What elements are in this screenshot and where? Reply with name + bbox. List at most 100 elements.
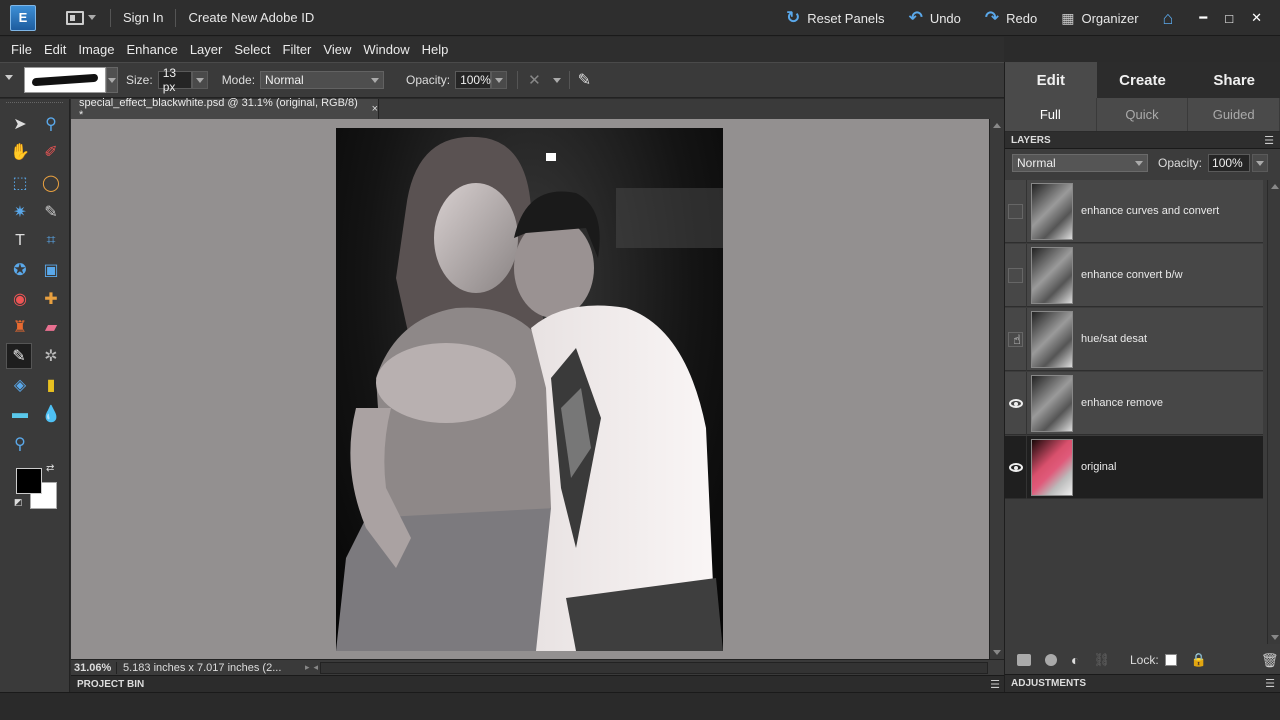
menu-edit[interactable]: Edit [38,42,72,57]
zoom-tool-icon[interactable]: ⚲ [38,111,64,137]
menu-view[interactable]: View [317,42,357,57]
project-bin-header[interactable]: PROJECT BIN ☰ [71,675,1004,692]
tab-edit[interactable]: Edit [1005,62,1097,98]
menu-filter[interactable]: Filter [277,42,318,57]
layer-row[interactable]: enhance convert b/w [1005,243,1263,307]
layer-mask-icon[interactable] [1045,654,1057,666]
scroll-up-icon[interactable] [1271,184,1279,189]
document-image[interactable] [336,128,723,651]
menu-enhance[interactable]: Enhance [121,42,184,57]
layer-row[interactable]: enhance curves and convert [1005,179,1263,243]
healing-brush-tool-icon[interactable]: ✚ [38,286,64,312]
brush-picker-dropdown[interactable] [106,67,118,93]
size-slider-dropdown[interactable] [191,71,208,89]
custom-shape-tool-icon[interactable]: ▬ [7,401,33,427]
workspace-switcher-button[interactable] [66,10,96,25]
lasso-tool-icon[interactable]: ◯ [38,170,64,196]
scroll-down-icon[interactable] [993,650,1001,655]
airbrush-icon[interactable]: ✕ [528,71,541,89]
size-input[interactable]: 13 px [157,66,192,94]
layers-scrollbar[interactable] [1267,180,1280,644]
menu-help[interactable]: Help [416,42,455,57]
lock-all-icon[interactable]: 🔒 [1191,652,1207,668]
maximize-icon[interactable]: □ [1225,11,1233,26]
crop-tool-icon[interactable]: ⌗ [38,228,64,254]
panel-menu-icon[interactable]: ☰ [990,678,1004,691]
document-tab[interactable]: special_effect_blackwhite.psd @ 31.1% (o… [71,97,379,121]
home-button[interactable]: ⌂ [1151,8,1186,29]
visibility-toggle[interactable] [1005,435,1027,499]
tool-preset-dropdown[interactable] [5,75,13,80]
create-adobe-id-link[interactable]: Create New Adobe ID [176,10,326,25]
horizontal-scrollbar[interactable] [320,661,988,674]
close-document-icon[interactable]: × [372,103,378,115]
menu-file[interactable]: File [5,42,38,57]
zoom-level[interactable]: 31.06% [71,661,117,674]
link-layers-icon[interactable]: ⛓ [1093,652,1110,668]
reset-panels-button[interactable]: ↻ Reset Panels [774,8,897,28]
recompose-tool-icon[interactable]: ▣ [38,257,64,283]
undo-button[interactable]: ↶ Undo [897,8,973,28]
subtab-full[interactable]: Full [1005,98,1097,131]
blur-tool-icon[interactable]: 💧 [38,401,64,427]
layer-opacity-input[interactable]: 100% [1208,154,1251,172]
gradient-tool-icon[interactable]: ▮ [38,372,64,398]
smart-brush-tool-icon[interactable]: ✲ [38,343,64,369]
eraser-tool-icon[interactable]: ▰ [38,314,64,340]
close-icon[interactable]: ✕ [1251,10,1262,26]
foreground-color-swatch-front[interactable] [16,468,42,494]
visibility-toggle[interactable] [1005,243,1027,307]
blend-mode-select[interactable]: Normal [1012,154,1148,172]
magic-wand-tool-icon[interactable]: ✷ [7,199,33,225]
type-tool-icon[interactable]: T [7,228,33,254]
subtab-quick[interactable]: Quick [1097,98,1189,131]
vertical-scrollbar[interactable] [989,119,1004,659]
menu-image[interactable]: Image [72,42,120,57]
menu-select[interactable]: Select [228,42,276,57]
scroll-down-icon[interactable] [1271,635,1279,640]
tab-share[interactable]: Share [1188,62,1280,98]
eyedropper-tool-icon[interactable]: ✐ [38,139,64,165]
scroll-up-icon[interactable] [993,123,1001,128]
brush-settings-icon[interactable]: ✎ [578,70,591,90]
layer-row[interactable]: enhance remove [1005,371,1263,435]
minimize-icon[interactable]: ━ [1199,10,1207,26]
red-eye-tool-icon[interactable]: ◉ [7,286,33,312]
cookie-cutter-tool-icon[interactable]: ✪ [7,257,33,283]
adjustments-panel-header[interactable]: ADJUSTMENTS ☰ [1005,674,1280,692]
new-layer-icon[interactable] [1017,654,1031,666]
hand-tool-icon[interactable]: ✋ [7,139,33,165]
redo-button[interactable]: ↷ Redo [973,8,1049,28]
menu-window[interactable]: Window [357,42,415,57]
panel-menu-icon[interactable]: ☰ [1264,134,1274,147]
toolbox-grip[interactable] [6,102,63,106]
marquee-tool-icon[interactable]: ⬚ [7,170,33,196]
brush-preview[interactable] [24,67,106,93]
move-tool-icon[interactable]: ➤ [7,111,33,137]
organizer-button[interactable]: ▦ Organizer [1049,10,1150,27]
chevron-down-icon[interactable] [552,77,561,83]
visibility-toggle[interactable] [1005,179,1027,243]
panel-menu-icon[interactable]: ☰ [1265,677,1275,690]
layers-panel-header[interactable]: LAYERS ☰ [1005,132,1280,149]
brush-tool-icon[interactable]: ✎ [6,343,32,369]
layer-row-selected[interactable]: original [1005,435,1263,499]
layer-row[interactable]: hue/sat desat ☝ [1005,307,1263,371]
lock-transparency-icon[interactable] [1164,654,1177,666]
opacity-input[interactable]: 100% [455,71,492,89]
subtab-guided[interactable]: Guided [1188,98,1280,131]
adjustment-layer-icon[interactable]: ◐ [1071,652,1079,668]
scroll-left-icon[interactable]: ◂ [314,662,319,673]
status-menu-icon[interactable]: ▸ [305,662,310,673]
paint-bucket-tool-icon[interactable]: ◈ [7,372,33,398]
menu-layer[interactable]: Layer [184,42,229,57]
tab-create[interactable]: Create [1096,62,1189,98]
mode-select[interactable]: Normal [260,71,385,89]
visibility-toggle[interactable] [1005,371,1027,435]
opacity-slider-dropdown[interactable] [491,71,508,89]
sign-in-link[interactable]: Sign In [111,10,175,25]
default-colors-icon[interactable]: ◩ [14,497,23,508]
quick-selection-tool-icon[interactable]: ✎ [38,199,64,225]
trash-icon[interactable]: 🗑 [1261,652,1279,669]
swap-colors-icon[interactable]: ⇄ [46,463,54,474]
